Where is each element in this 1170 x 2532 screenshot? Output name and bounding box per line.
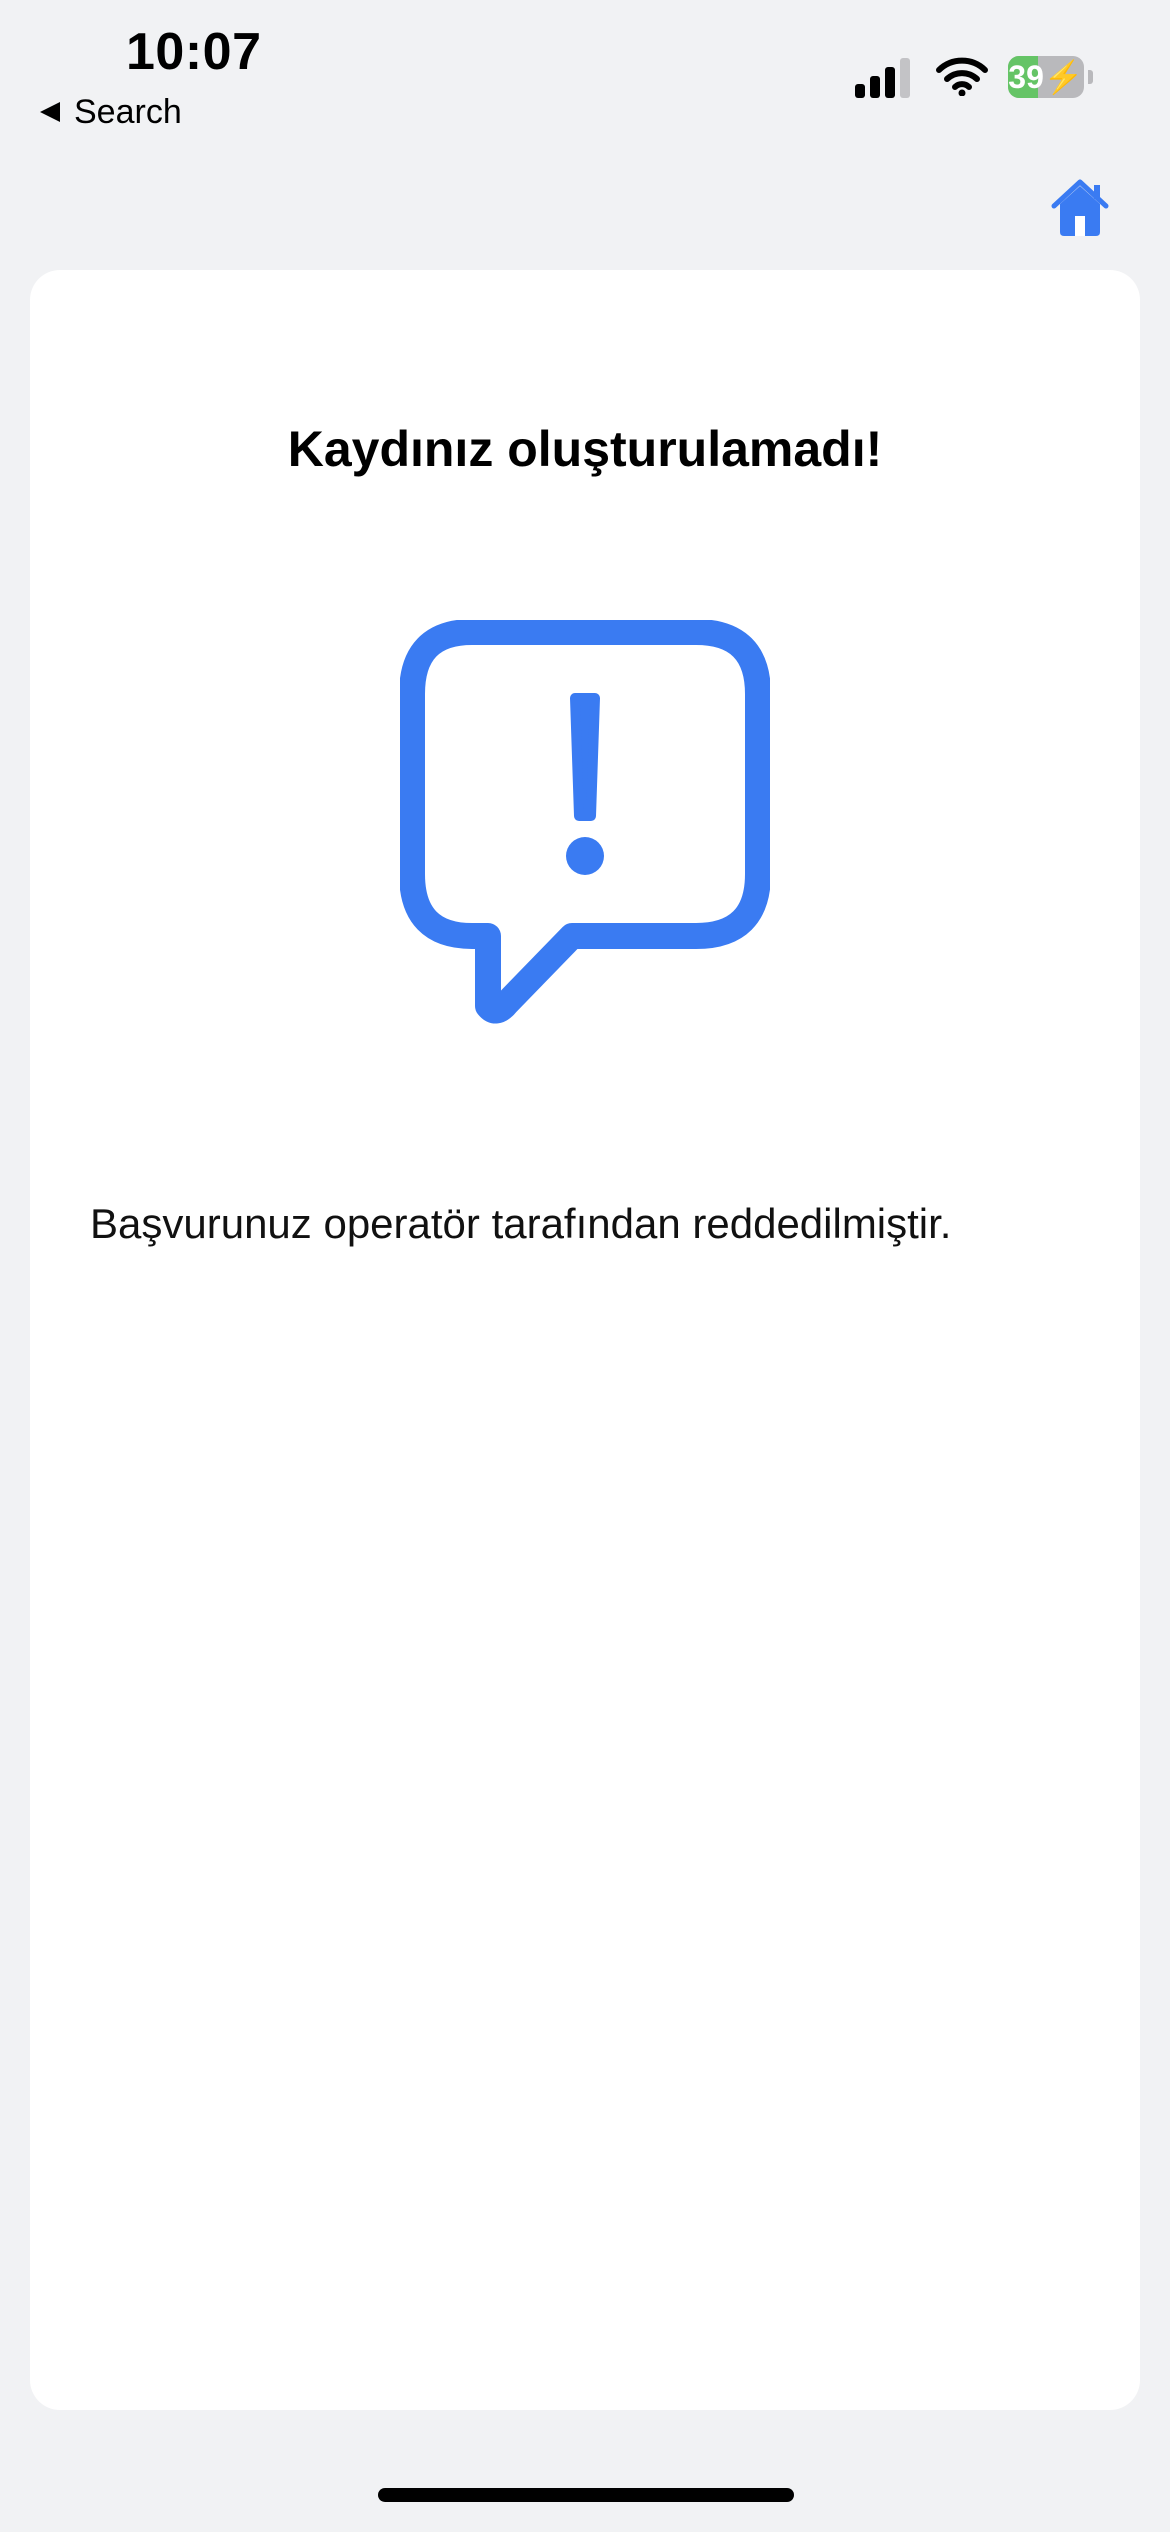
- exclamation-speech-bubble-icon: [400, 620, 770, 1024]
- charging-bolt-icon: ⚡: [1043, 59, 1084, 95]
- wifi-icon: [936, 57, 988, 96]
- battery-percent: 39⚡: [1008, 59, 1084, 95]
- home-icon[interactable]: [1044, 172, 1116, 244]
- status-message: Başvurunuz operatör tarafından reddedilm…: [90, 1200, 952, 1247]
- back-to-search-link[interactable]: Search: [38, 90, 182, 134]
- status-bar: 10:07 Search 39⚡: [0, 0, 1170, 140]
- battery-icon: 39⚡: [1008, 56, 1084, 98]
- back-arrow-icon: [40, 102, 60, 122]
- page-title: Kaydınız oluşturulamadı!: [287, 421, 883, 477]
- battery-indicator: 39⚡: [1008, 56, 1093, 98]
- battery-cap: [1088, 70, 1093, 84]
- cellular-signal-icon: [855, 58, 910, 98]
- result-card: Kaydınız oluşturulamadı! Başvurunuz oper…: [30, 270, 1140, 2410]
- back-search-label: Search: [74, 92, 182, 131]
- home-indicator-bar[interactable]: [378, 2488, 794, 2502]
- status-time: 10:07: [126, 23, 262, 81]
